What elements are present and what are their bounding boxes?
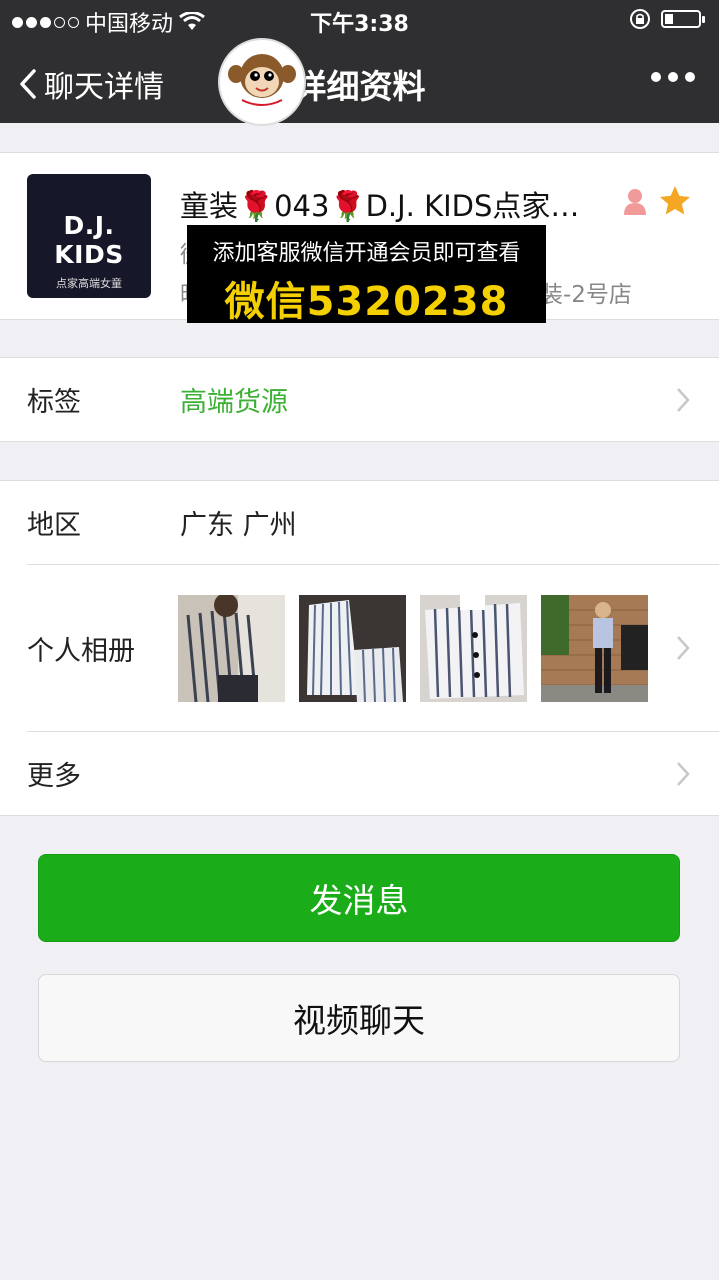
nickname-suffix: 装-2号店 (540, 282, 632, 308)
tag-value: 高端货源 (180, 387, 288, 418)
profile-name: 童装🌹043🌹D.J. KIDS点家… (180, 189, 580, 223)
tag-row[interactable]: 标签 高端货源 (0, 358, 719, 441)
album-photo (178, 595, 285, 702)
avatar[interactable]: D.J. KIDS 点家高端女童 (27, 174, 151, 298)
album-photo (420, 595, 527, 702)
promo-text: 添加客服微信开通会员即可查看 (212, 241, 521, 266)
album-row[interactable]: 个人相册 (0, 565, 719, 731)
promo-overlay: 添加客服微信开通会员即可查看 微信5320238 (187, 225, 546, 325)
album-thumbnails (178, 595, 648, 702)
more-dot (668, 72, 678, 82)
send-message-button[interactable]: 发消息 (38, 854, 680, 942)
region-row: 地区 广东 广州 (0, 481, 719, 564)
chevron-right-icon (677, 636, 690, 660)
status-bar: 中国移动 下午3:38 (0, 0, 719, 40)
promo-wechat-id: 微信5320238 (224, 279, 509, 325)
status-right (629, 8, 705, 30)
avatar-brand: D.J. KIDS (54, 211, 124, 269)
chevron-right-icon (677, 761, 690, 786)
female-icon (624, 189, 646, 215)
rotation-lock-icon (630, 9, 650, 29)
avatar-subtitle: 点家高端女童 (56, 277, 122, 290)
battery-icon (661, 10, 705, 28)
status-time: 下午3:38 (310, 12, 409, 37)
more-row[interactable]: 更多 (0, 732, 719, 815)
more-dot (651, 72, 661, 82)
more-label: 更多 (27, 761, 81, 792)
nav-bar: 聊天详情 详细资料 (0, 40, 719, 123)
more-button[interactable] (651, 72, 695, 82)
info-group: 地区 广东 广州 个人相册 更多 (0, 480, 719, 816)
profile-card: D.J. KIDS 点家高端女童 童装🌹043🌹D.J. KIDS点家… 微 昵… (0, 152, 719, 325)
page-title: 详细资料 (293, 67, 426, 106)
tag-group: 标签 高端货源 (0, 357, 719, 442)
more-dot (685, 72, 695, 82)
region-value: 广东 广州 (180, 510, 297, 541)
tag-label: 标签 (27, 387, 81, 418)
album-photo (541, 595, 648, 702)
region-label: 地区 (27, 510, 81, 541)
album-photo (299, 595, 406, 702)
album-label: 个人相册 (27, 635, 135, 667)
watermark-logo (218, 38, 306, 126)
star-icon (660, 186, 690, 215)
chevron-right-icon (677, 387, 690, 412)
video-call-button[interactable]: 视频聊天 (38, 974, 680, 1062)
